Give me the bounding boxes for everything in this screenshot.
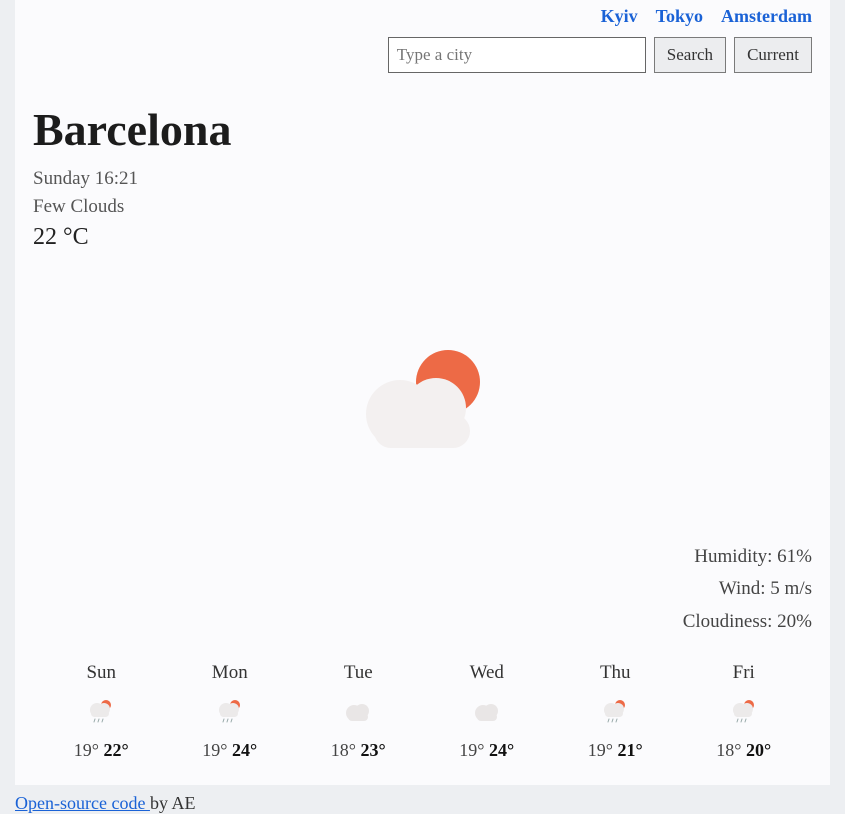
forecast-day-name: Thu xyxy=(551,662,680,684)
forecast-hi: 22° xyxy=(104,740,129,760)
city-input[interactable] xyxy=(388,37,646,73)
rain-sun-icon xyxy=(729,698,759,726)
forecast-hi: 24° xyxy=(489,740,514,760)
cloudiness-text: Cloudiness: 20% xyxy=(33,606,812,638)
forecast-day: Sun 19° 22° xyxy=(37,662,166,761)
forecast-hi: 23° xyxy=(361,740,386,760)
rain-sun-icon xyxy=(600,698,630,726)
quick-link-amsterdam[interactable]: Amsterdam xyxy=(721,6,812,27)
temperature-text: 22 °C xyxy=(33,224,812,251)
wind-text: Wind: 5 m/s xyxy=(33,573,812,605)
forecast-lo: 19° xyxy=(74,740,99,760)
forecast-hi: 21° xyxy=(618,740,643,760)
forecast-day: Fri 18° 20° xyxy=(680,662,809,761)
forecast-lo: 19° xyxy=(459,740,484,760)
quick-link-kyiv[interactable]: Kyiv xyxy=(601,6,638,27)
forecast-day-name: Fri xyxy=(680,662,809,684)
forecast-day: Mon 19° 24° xyxy=(166,662,295,761)
forecast-hi: 20° xyxy=(746,740,771,760)
forecast-day-temps: 19° 24° xyxy=(423,740,552,761)
quick-links-bar: Kyiv Tokyo Amsterdam xyxy=(33,0,812,37)
weather-stats: Humidity: 61% Wind: 5 m/s Cloudiness: 20… xyxy=(33,541,812,638)
forecast-lo: 18° xyxy=(331,740,356,760)
forecast-day-name: Wed xyxy=(423,662,552,684)
forecast-lo: 19° xyxy=(588,740,613,760)
quick-link-tokyo[interactable]: Tokyo xyxy=(656,6,703,27)
footer: Open-source code by AE xyxy=(15,793,830,814)
weather-app: Kyiv Tokyo Amsterdam Search Current Barc… xyxy=(15,0,830,785)
forecast-hi: 24° xyxy=(232,740,257,760)
search-row: Search Current xyxy=(33,37,812,103)
forecast-day-temps: 18° 23° xyxy=(294,740,423,761)
city-title: Barcelona xyxy=(33,103,812,156)
forecast-lo: 19° xyxy=(202,740,227,760)
forecast-row: Sun 19° 22° Mon 19° 24° Tue 18° 23° Wed 19° 24°… xyxy=(33,662,812,767)
forecast-day: Wed 19° 24° xyxy=(423,662,552,761)
forecast-day-icon xyxy=(423,694,552,730)
footer-author: by AE xyxy=(150,793,196,813)
datetime-text: Sunday 16:21 xyxy=(33,168,812,190)
forecast-day-temps: 18° 20° xyxy=(680,740,809,761)
forecast-day-name: Mon xyxy=(166,662,295,684)
cloud-icon xyxy=(472,700,502,724)
forecast-day-temps: 19° 21° xyxy=(551,740,680,761)
rain-sun-icon xyxy=(215,698,245,726)
forecast-day-icon xyxy=(680,694,809,730)
few-clouds-icon xyxy=(338,336,508,466)
forecast-day-temps: 19° 24° xyxy=(166,740,295,761)
forecast-lo: 18° xyxy=(716,740,741,760)
forecast-day: Tue 18° 23° xyxy=(294,662,423,761)
rain-sun-icon xyxy=(86,698,116,726)
humidity-text: Humidity: 61% xyxy=(33,541,812,573)
open-source-link[interactable]: Open-source code xyxy=(15,793,150,813)
forecast-day-icon xyxy=(294,694,423,730)
forecast-day-icon xyxy=(37,694,166,730)
condition-text: Few Clouds xyxy=(33,196,812,218)
search-button[interactable]: Search xyxy=(654,37,726,73)
forecast-day-name: Tue xyxy=(294,662,423,684)
cloud-icon xyxy=(343,700,373,724)
current-location-button[interactable]: Current xyxy=(734,37,812,73)
main-weather-icon-wrap xyxy=(33,271,812,531)
forecast-day-name: Sun xyxy=(37,662,166,684)
forecast-day-icon xyxy=(166,694,295,730)
forecast-day-icon xyxy=(551,694,680,730)
forecast-day-temps: 19° 22° xyxy=(37,740,166,761)
forecast-day: Thu 19° 21° xyxy=(551,662,680,761)
